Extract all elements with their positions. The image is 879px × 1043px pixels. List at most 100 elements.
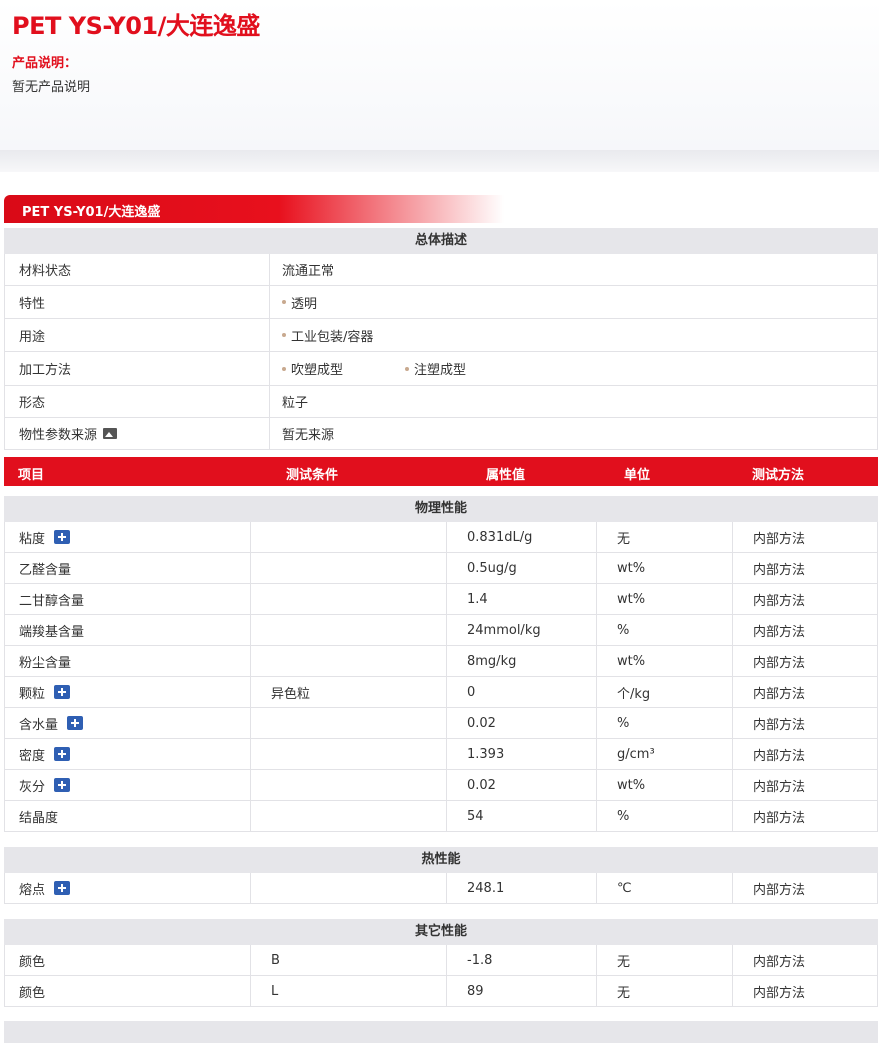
cell-method: 内部方法	[753, 562, 806, 578]
description-text: 暂无产品说明	[12, 80, 91, 95]
overview-value-item: 粒子	[282, 396, 309, 411]
cell-value: 8mg/kg	[447, 646, 597, 676]
cell-item: 端羧基含量	[5, 615, 251, 645]
section-thermal: 热性能 熔点 248.1 ℃ 内部方法	[4, 847, 878, 904]
cell-condition	[251, 801, 447, 831]
table-row: 含水量 0.02% 内部方法	[5, 707, 877, 738]
cell-condition: B	[251, 945, 447, 975]
overview-row: 特性 透明	[5, 285, 877, 318]
property-table: 颜色 B -1.8 无内部方法 颜色 L 89 无内部方法	[4, 945, 878, 1007]
overview-value: 暂无来源	[270, 418, 877, 449]
cell-unit: %	[597, 801, 733, 831]
overview-label: 物性参数来源	[5, 418, 270, 449]
property-table: 熔点 248.1 ℃ 内部方法	[4, 873, 878, 904]
cell-method: 内部方法	[753, 954, 806, 970]
table-row: 结晶度 54% 内部方法	[5, 800, 877, 831]
cell-item: 含水量	[5, 708, 251, 738]
cell-method: 内部方法	[753, 624, 806, 640]
cell-item-text: 灰分	[19, 779, 46, 795]
overview-value: 吹塑成型 注塑成型	[270, 352, 877, 385]
expand-plus-icon[interactable]	[54, 881, 71, 895]
col-unit: 单位	[624, 468, 651, 483]
cell-unit: 无	[597, 522, 733, 552]
cell-item-text: 含水量	[19, 717, 59, 733]
cell-unit: wt%	[597, 770, 733, 800]
overview-row: 材料状态 流通正常	[5, 254, 877, 285]
overview-value: 流通正常	[270, 254, 877, 285]
cell-item-text: 粉尘含量	[19, 655, 72, 671]
cell-value: 54	[447, 801, 597, 831]
cell-method: 内部方法	[753, 748, 806, 764]
cell-item-text: 密度	[19, 748, 46, 764]
overview-value-item: 吹塑成型	[282, 359, 343, 378]
cell-condition	[251, 739, 447, 769]
cell-value: 0	[447, 677, 597, 707]
cell-item: 结晶度	[5, 801, 251, 831]
overview-label: 用途	[5, 319, 270, 351]
expand-plus-icon[interactable]	[54, 747, 71, 761]
cell-value: 0.5ug/g	[447, 553, 597, 583]
expand-plus-icon[interactable]	[54, 685, 71, 699]
overview-label: 特性	[5, 286, 270, 318]
section-heading: 物理性能	[4, 496, 878, 522]
cell-method: 内部方法	[753, 882, 806, 898]
cell-item: 粉尘含量	[5, 646, 251, 676]
cell-method: 内部方法	[753, 593, 806, 609]
cell-item-text: 颜色	[19, 985, 46, 1001]
overview-section: 总体描述 材料状态 流通正常 特性 透明 用途 工业包装/容器 加工方法 吹塑成型 注塑成型 形态…	[4, 228, 878, 450]
overview-label-text: 用途	[19, 329, 46, 345]
table-row: 粘度 0.831dL/g 无 内部方法	[5, 522, 877, 552]
cell-condition	[251, 873, 447, 903]
cell-condition	[251, 584, 447, 614]
overview-value-item: 流通正常	[282, 264, 335, 279]
table-row: 乙醛含量 0.5ug/g wt% 内部方法	[5, 552, 877, 583]
section-heading: 热性能	[4, 847, 878, 873]
cell-value: 24mmol/kg	[447, 615, 597, 645]
overview-row: 加工方法 吹塑成型 注塑成型	[5, 351, 877, 385]
description-label: 产品说明：	[12, 56, 78, 71]
cell-unit: wt%	[597, 584, 733, 614]
overview-label-text: 物性参数来源	[19, 428, 98, 443]
table-row: 颜色 B -1.8 无 内部方法	[5, 945, 877, 975]
cell-value: -1.8	[447, 945, 597, 975]
cell-item: 灰分	[5, 770, 251, 800]
section-heading-partial	[4, 1021, 878, 1043]
cell-method: 内部方法	[753, 717, 806, 733]
overview-label: 形态	[5, 386, 270, 417]
cell-item: 颜色	[5, 945, 251, 975]
section-next	[4, 1021, 878, 1043]
cell-item-text: 粘度	[19, 531, 46, 547]
section-other: 其它性能 颜色 B -1.8 无内部方法 颜色 L 89 无内部方法	[4, 919, 878, 1007]
cell-item-text: 端羧基含量	[19, 624, 85, 640]
cell-item-text: 颜色	[19, 954, 46, 970]
expand-plus-icon[interactable]	[54, 530, 71, 544]
image-icon[interactable]	[103, 428, 118, 439]
cell-unit: ℃	[597, 873, 733, 903]
overview-value-item: 透明	[282, 293, 317, 312]
overview-value: 工业包装/容器	[270, 319, 877, 351]
cell-value: 248.1	[447, 873, 597, 903]
cell-item-text: 乙醛含量	[19, 562, 72, 578]
header-divider	[0, 150, 879, 172]
overview-grid: 材料状态 流通正常 特性 透明用途 工业包装/容器 加工方法 吹塑成型 注塑成型 形态 粒子物性参…	[4, 254, 878, 450]
cell-method: 内部方法	[753, 686, 806, 702]
table-row: 密度 1.393 g/cm³ 内部方法	[5, 738, 877, 769]
table-row: 颗粒 异色粒 0 个/kg 内部方法	[5, 676, 877, 707]
overview-value: 粒子	[270, 386, 877, 417]
cell-item-text: 结晶度	[19, 810, 59, 826]
cell-condition	[251, 553, 447, 583]
cell-method: 内部方法	[753, 810, 806, 826]
col-method: 测试方法	[752, 468, 805, 483]
overview-value-item: 暂无来源	[282, 428, 335, 443]
cell-item: 乙醛含量	[5, 553, 251, 583]
overview-label: 加工方法	[5, 352, 270, 385]
page-title: PET YS-Y01/大连逸盛	[12, 12, 260, 40]
col-condition: 测试条件	[286, 468, 339, 483]
table-row: 熔点 248.1 ℃ 内部方法	[5, 873, 877, 903]
expand-plus-icon[interactable]	[67, 716, 84, 730]
cell-condition	[251, 770, 447, 800]
cell-method: 内部方法	[753, 985, 806, 1001]
expand-plus-icon[interactable]	[54, 778, 71, 792]
product-banner: PET YS-Y01/大连逸盛	[4, 195, 504, 223]
cell-unit: %	[597, 708, 733, 738]
